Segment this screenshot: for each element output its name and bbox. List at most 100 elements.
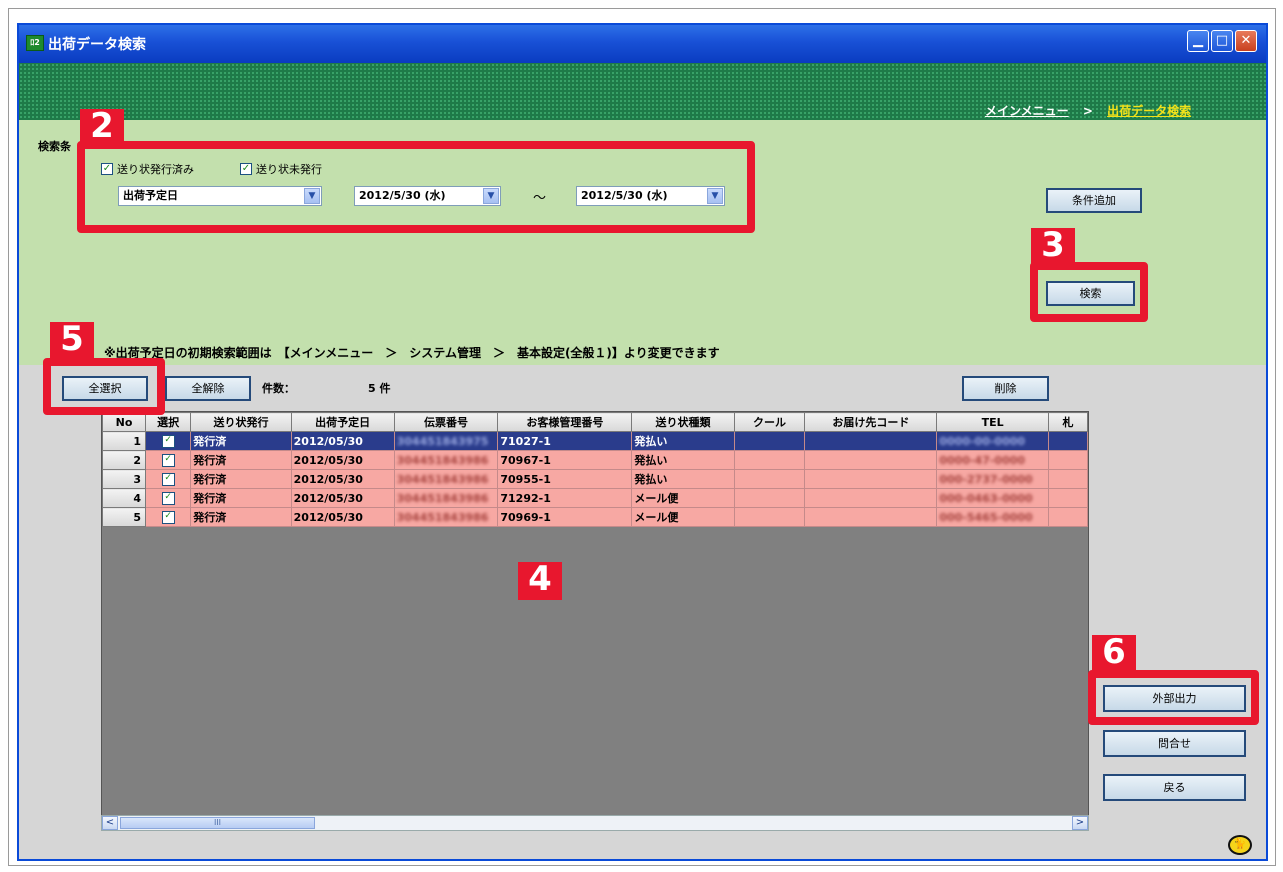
cell-text: 0000-00-0000 [939,434,1026,448]
count-label: 件数： [262,382,295,395]
cell-text: 2012/05/30 [293,453,363,467]
column-header[interactable]: クール [733,412,806,432]
cell-customer-no: 71292-1 [497,488,633,508]
row-number: 4 [102,488,147,508]
minimize-icon[interactable]: ▁ [1187,30,1209,52]
cell-text: 0000-47-0000 [939,453,1026,467]
cell-issued: 発行済 [190,488,292,508]
cell-date: 2012/05/30 [290,431,395,451]
table-row[interactable]: 3 ✓ 発行済 2012/05/30 304451843986 70955-1 発払い 000… [102,469,1088,489]
column-header[interactable]: TEL [936,412,1049,432]
breadcrumb-current[interactable]: 出荷データ検索 [1107,104,1191,118]
cell-overflow [1047,507,1088,527]
breadcrumb: メインメニュー > 出荷データ検索 [985,102,1191,119]
cell-tel: 000-5465-0000 [936,507,1049,527]
row-checkbox[interactable]: ✓ [161,453,175,467]
cell-type: 発払い [631,450,735,470]
results-table: No 選択 送り状発行 出荷予定日 伝票番号 お客様管理番号 送り状種類 クール お届け先コード… [102,412,1088,527]
row-select-cell: ✓ [145,431,192,451]
cell-type: メール便 [631,488,735,508]
column-header[interactable]: No [102,412,147,432]
scroll-left-icon[interactable]: < [102,816,118,830]
cell-text: 304451843986 [396,472,489,486]
inquiry-button[interactable]: 問合せ [1103,730,1246,757]
cell-dest-code [804,431,938,451]
row-checkbox[interactable]: ✓ [161,434,175,448]
table-row[interactable]: 5 ✓ 発行済 2012/05/30 304451843986 70969-1 メール便 00… [102,507,1088,527]
delete-button[interactable]: 削除 [962,376,1049,401]
column-header[interactable]: お届け先コード [804,412,938,432]
row-checkbox[interactable]: ✓ [161,510,175,524]
back-button[interactable]: 戻る [1103,774,1246,801]
column-header[interactable]: 札 [1047,412,1088,432]
cell-text: 71027-1 [500,434,551,448]
cell-text: 70955-1 [500,472,551,486]
cell-text: 304451843986 [396,491,489,505]
cell-tel: 0000-00-0000 [936,431,1049,451]
column-header[interactable]: 出荷予定日 [290,412,395,432]
row-number: 5 [102,507,147,527]
app-icon: ﾛ2 [26,35,44,51]
annotation-box-5 [43,358,165,415]
horizontal-scrollbar[interactable]: < III > [101,815,1089,831]
cell-overflow [1047,450,1088,470]
column-header[interactable]: 送り状発行 [190,412,292,432]
window-title: 出荷データ検索 [48,37,146,53]
cell-text: 発行済 [193,511,227,524]
cell-text: メール便 [634,511,679,524]
cell-issued: 発行済 [190,431,292,451]
column-header[interactable]: 伝票番号 [393,412,499,432]
annotation-label-4: 4 [518,562,562,600]
cell-text: 発払い [634,473,668,486]
table-row[interactable]: 1 ✓ 発行済 2012/05/30 304451843975 71027-1 発払い 000… [102,431,1088,451]
cell-text: 2012/05/30 [293,434,363,448]
annotation-label-5: 5 [50,322,94,358]
cell-slip: 304451843975 [393,431,499,451]
cell-overflow [1047,488,1088,508]
cell-text: 発行済 [193,492,227,505]
maximize-icon[interactable]: □ [1211,30,1233,52]
annotation-box-3 [1030,262,1148,322]
cell-dest-code [804,469,938,489]
add-condition-button[interactable]: 条件追加 [1046,188,1142,213]
cell-text: 2012/05/30 [293,510,363,524]
row-checkbox[interactable]: ✓ [161,491,175,505]
cell-customer-no: 71027-1 [497,431,633,451]
breadcrumb-separator: > [1082,104,1093,118]
cell-date: 2012/05/30 [290,488,395,508]
cell-tel: 000-2737-0000 [936,469,1049,489]
row-select-cell: ✓ [145,469,192,489]
cell-customer-no: 70969-1 [497,507,633,527]
column-header[interactable]: お客様管理番号 [497,412,633,432]
cell-text: 71292-1 [500,491,551,505]
row-checkbox[interactable]: ✓ [161,472,175,486]
cell-tel: 0000-47-0000 [936,450,1049,470]
table-row[interactable]: 4 ✓ 発行済 2012/05/30 304451843986 71292-1 メール便 00… [102,488,1088,508]
row-number: 2 [102,450,147,470]
cell-date: 2012/05/30 [290,450,395,470]
row-number: 3 [102,469,147,489]
cell-dest-code [804,488,938,508]
cell-cool [733,488,806,508]
cell-text: 発払い [634,435,668,448]
black-cat-logo-icon: 🐈 [1228,835,1252,855]
deselect-all-button[interactable]: 全解除 [165,376,251,401]
close-icon[interactable]: ✕ [1235,30,1257,52]
column-header[interactable]: 選択 [145,412,192,432]
cell-text: 発行済 [193,435,227,448]
scrollbar-thumb[interactable]: III [120,817,315,829]
table-row[interactable]: 2 ✓ 発行済 2012/05/30 304451843986 70967-1 発払い 000… [102,450,1088,470]
cell-text: 000-0463-0000 [939,491,1033,505]
cell-text: 304451843986 [396,453,489,467]
annotation-box-2 [77,141,755,233]
column-header[interactable]: 送り状種類 [631,412,735,432]
cell-overflow [1047,469,1088,489]
search-section-label: 検索条 [38,140,71,153]
cell-cool [733,431,806,451]
cell-text: 発行済 [193,473,227,486]
cell-text: 2012/05/30 [293,472,363,486]
breadcrumb-main-menu-link[interactable]: メインメニュー [985,104,1069,118]
cell-text: 70967-1 [500,453,551,467]
cell-text: 発行済 [193,454,227,467]
scroll-right-icon[interactable]: > [1072,816,1088,830]
